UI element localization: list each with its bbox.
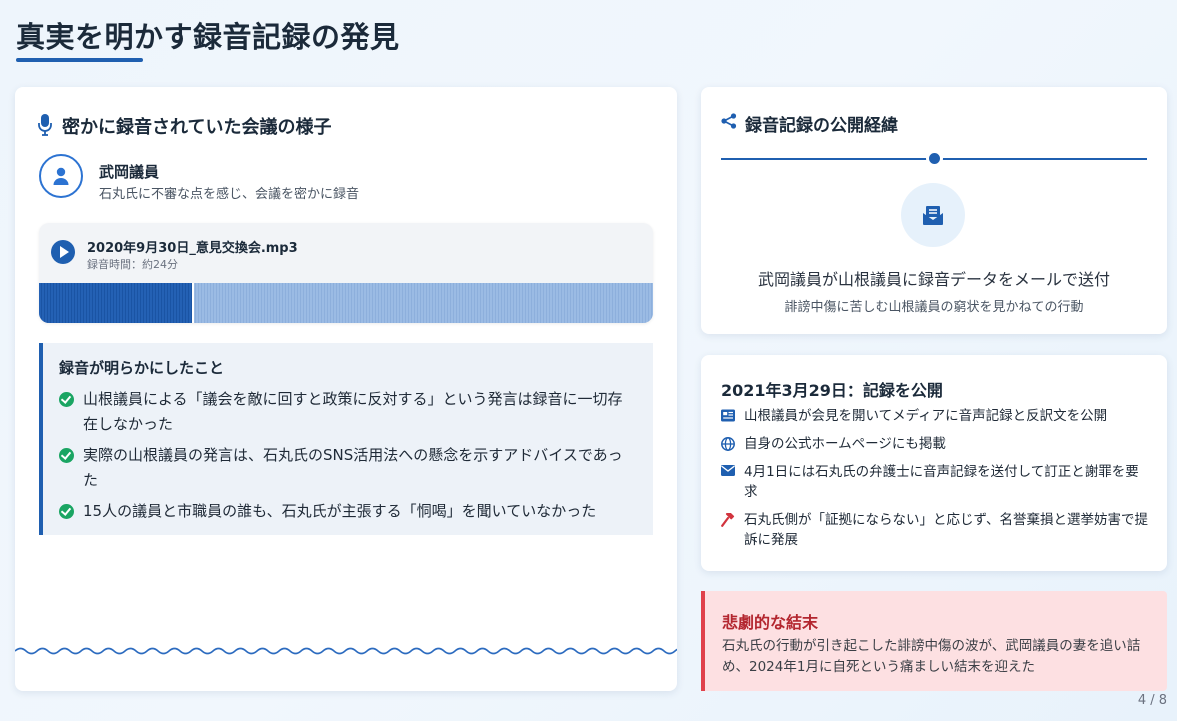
disclosure-card: 録音記録の公開経緯 武岡議員が山根議員に録音データをメールで送付 誹謗中傷に苦し… [701,87,1167,334]
tragic-title: 悲劇的な結末 [722,613,819,632]
page-number: 4 / 8 [1137,693,1167,708]
finding-text: 山根議員による「議会を敵に回すと政策に反対する」という発言は録音に一切存在しなか… [83,390,623,433]
event-text: 石丸氏側が「証拠にならない」と応じず、名誉棄損と選挙妨害で提訴に発展 [744,512,1149,548]
title-underline [16,58,143,62]
tragic-text: 石丸氏の行動が引き起こした誹謗中傷の波が、武岡議員の妻を追い詰め、2024年1月… [722,638,1141,675]
finding-item: 15人の議員と市職員の誰も、石丸氏が主張する「恫喝」を聞いていなかった [59,499,633,524]
avatar [39,154,83,198]
publication-heading: 2021年3月29日：記録を公開 [721,381,943,400]
event-item: 自身の公式ホームページにも掲載 [721,434,1151,454]
microphone-icon [38,114,52,136]
tragic-outcome-box: 悲劇的な結末 石丸氏の行動が引き起こした誹謗中傷の波が、武岡議員の妻を追い詰め、… [701,591,1167,691]
envelope-icon [721,465,735,476]
play-button[interactable] [51,240,75,264]
audio-duration: 録音時間：約24分 [87,258,178,271]
user-icon [53,167,69,185]
event-text: 山根議員が会見を開いてメディアに音声記録と反訳文を公開 [744,408,1108,424]
publication-card: 2021年3月29日：記録を公開 山根議員が会見を開いてメディアに音声記録と反訳… [701,355,1167,571]
person-description: 石丸氏に不審な点を感じ、会議を密かに録音 [99,187,360,202]
findings-box: 録音が明らかにしたこと 山根議員による「議会を敵に回すと政策に反対する」という発… [39,343,653,535]
playhead[interactable] [191,283,194,323]
check-circle-icon [59,504,74,519]
event-text: 4月1日には石丸氏の弁護士に音声記録を送付して訂正と謝罪を要求 [744,464,1139,500]
finding-text: 15人の議員と市職員の誰も、石丸氏が主張する「恫喝」を聞いていなかった [83,502,597,520]
globe-icon [721,437,735,451]
event-item: 4月1日には石丸氏の弁護士に音声記録を送付して訂正と謝罪を要求 [721,462,1151,502]
publication-events: 山根議員が会見を開いてメディアに音声記録と反訳文を公開 自身の公式ホームページに… [721,406,1151,558]
envelope-open-icon [923,206,943,225]
disclosure-sub-text: 誹謗中傷に苦しむ山根議員の窮状を見かねての行動 [784,300,1084,315]
disclosure-heading: 録音記録の公開経緯 [745,116,898,136]
audio-waveform[interactable] [39,283,653,323]
gavel-icon [721,513,735,527]
person-name: 武岡議員 [99,163,160,181]
waveform-remaining [192,283,653,323]
finding-item: 山根議員による「議会を敵に回すと政策に反対する」という発言は録音に一切存在しなか… [59,387,633,437]
event-item: 石丸氏側が「証拠にならない」と応じず、名誉棄損と選挙妨害で提訴に発展 [721,510,1151,550]
event-text: 自身の公式ホームページにも掲載 [744,436,946,452]
wave-decoration [15,647,677,655]
findings-title: 録音が明らかにしたこと [59,359,225,377]
check-circle-icon [59,392,74,407]
share-icon [721,113,737,129]
timeline-dot [926,150,943,167]
recording-card: 密かに録音されていた会議の様子 武岡議員 石丸氏に不審な点を感じ、会議を密かに録… [15,87,677,691]
page-title: 真実を明かす録音記録の発見 [16,20,400,54]
recording-heading: 密かに録音されていた会議の様子 [62,117,332,138]
event-item: 山根議員が会見を開いてメディアに音声記録と反訳文を公開 [721,406,1151,426]
audio-player: 2020年9月30日_意見交換会.mp3 録音時間：約24分 [39,223,653,323]
findings-list: 山根議員による「議会を敵に回すと政策に反対する」という発言は録音に一切存在しなか… [59,387,633,530]
disclosure-main-text: 武岡議員が山根議員に録音データをメールで送付 [757,270,1110,289]
finding-item: 実際の山根議員の発言は、石丸氏のSNS活用法への懸念を示すアドバイスであった [59,443,633,493]
newspaper-icon [721,409,735,422]
check-circle-icon [59,448,74,463]
finding-text: 実際の山根議員の発言は、石丸氏のSNS活用法への懸念を示すアドバイスであった [83,446,623,489]
audio-file-name: 2020年9月30日_意見交換会.mp3 [87,241,298,256]
waveform-played [39,283,193,323]
mail-badge [901,183,965,247]
